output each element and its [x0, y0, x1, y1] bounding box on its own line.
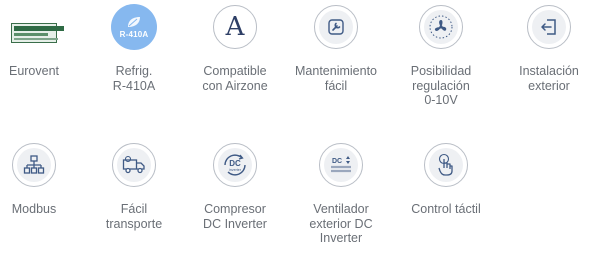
- exterior-door-icon: [527, 5, 571, 49]
- touch-control-icon: [424, 143, 468, 187]
- fan-regulation-icon: [419, 5, 463, 49]
- eurovent-logo: [11, 23, 64, 43]
- feature-label: Mantenimiento fácil: [295, 64, 377, 93]
- feature-touch: Control táctil: [398, 142, 494, 217]
- airzone-a-icon: A: [213, 5, 257, 49]
- feature-maintenance: Mantenimiento fácil: [288, 4, 384, 93]
- feature-label: Posibilidad regulación 0-10V: [410, 64, 472, 107]
- dc-inverter-fan-icon: DC: [319, 143, 363, 187]
- feature-eurovent: Eurovent: [0, 4, 82, 79]
- truck-icon: [112, 143, 156, 187]
- leaf-icon: [128, 17, 140, 27]
- dc-badge-text: DC: [229, 159, 241, 168]
- feature-label: Compresor DC Inverter: [203, 202, 267, 231]
- feature-airzone: A Compatible con Airzone: [187, 4, 283, 93]
- feature-modbus: Modbus: [0, 142, 82, 217]
- feature-regulation: Posibilidad regulación 0-10V: [393, 4, 489, 108]
- wrench-icon: [314, 5, 358, 49]
- fan-dc-badge-text: DC: [332, 158, 342, 165]
- feature-label: Eurovent: [8, 64, 60, 78]
- feature-fan-inverter: DC Ventilador exterior DC Inverter: [293, 142, 389, 246]
- airzone-glyph: A: [225, 12, 245, 42]
- dc-inverter-compressor-icon: DC inverter: [213, 143, 257, 187]
- eurovent-icon: [11, 4, 64, 50]
- inverter-badge-text: inverter: [229, 168, 242, 172]
- feature-refrigerant: R-410A Refrig. R-410A: [86, 4, 182, 93]
- feature-label: Compatible con Airzone: [202, 64, 268, 93]
- feature-exterior: Instalación exterior: [501, 4, 595, 93]
- feature-label: Refrig. R-410A: [112, 64, 156, 93]
- feature-label: Ventilador exterior DC Inverter: [309, 202, 373, 245]
- feature-label: Modbus: [11, 202, 57, 216]
- feature-transport: Fácil transporte: [86, 142, 182, 231]
- feature-compressor: DC inverter Compresor DC Inverter: [187, 142, 283, 231]
- feature-label: Fácil transporte: [105, 202, 163, 231]
- network-modbus-icon: [12, 143, 56, 187]
- feature-label: Instalación exterior: [519, 64, 579, 93]
- features-grid: Eurovent R-410A Refrig. R-410A A Compati…: [0, 0, 595, 256]
- feature-label: Control táctil: [411, 202, 481, 216]
- r410a-badge-text: R-410A: [119, 30, 149, 39]
- refrigerant-r410a-icon: R-410A: [111, 4, 157, 50]
